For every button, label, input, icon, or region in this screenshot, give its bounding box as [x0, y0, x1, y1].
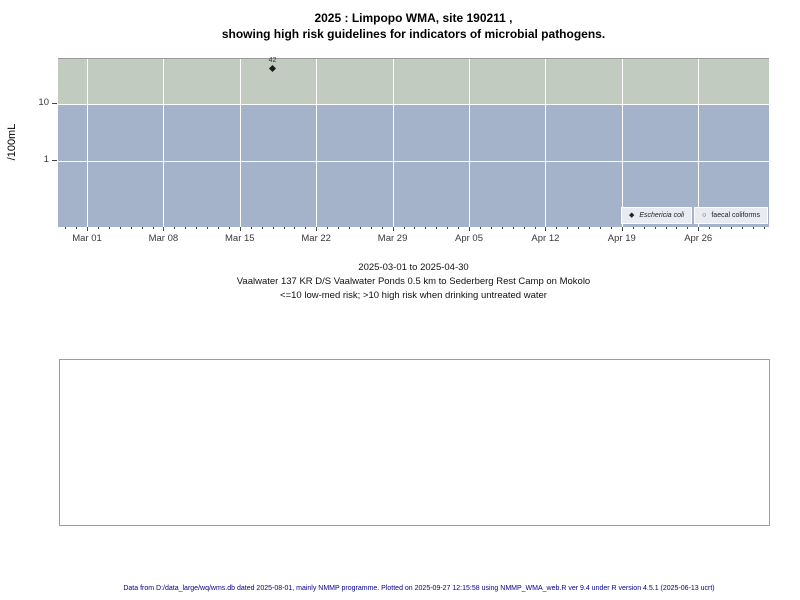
x-gridline — [87, 59, 88, 227]
x-axis-tick-label: Mar 15 — [225, 233, 255, 244]
x-gridline — [163, 59, 165, 227]
legend-item-eschericia-coli: ◆ Eschericia coli — [620, 207, 693, 224]
y-gridline — [58, 161, 769, 162]
y-axis-label: /100mL — [6, 123, 18, 161]
x-gridline — [316, 59, 318, 227]
legend-label-eschericia-coli: Eschericia coli — [639, 212, 685, 219]
legend-label-faecal-coliforms: faecal coliforms — [711, 212, 760, 219]
high-risk-band — [58, 59, 769, 104]
y-axis-tick — [52, 103, 57, 104]
x-gridline — [392, 59, 394, 227]
y-axis-tick-label: 10 — [38, 97, 49, 108]
x-axis-tick-label: Apr 19 — [607, 233, 636, 244]
filled-diamond-icon: ◆ — [628, 212, 635, 219]
legend-item-faecal-coliforms: ○ faecal coliforms — [694, 207, 768, 224]
x-axis-tick-label: Mar 29 — [377, 233, 408, 244]
x-gridline — [239, 59, 241, 227]
chart-title-line2: showing high risk guidelines for indicat… — [221, 27, 606, 41]
legend: ◆ Eschericia coli ○ faecal coliforms — [620, 207, 768, 224]
caption-date-range: 2025-03-01 to 2025-04-30 — [358, 262, 469, 273]
plot-area: ◆ Eschericia coli ○ faecal coliforms 42 — [58, 56, 769, 227]
x-gridline — [469, 59, 470, 227]
caption-site-description: Vaalwater 137 KR D/S Vaalwater Ponds 0.5… — [236, 276, 591, 287]
x-gridline — [698, 59, 700, 227]
x-axis-tick-label: Apr 12 — [531, 233, 560, 244]
x-axis-tick-label: Mar 08 — [148, 233, 179, 244]
empty-panel — [59, 359, 770, 526]
y-gridline — [58, 104, 769, 105]
x-gridline — [621, 59, 623, 227]
y-axis-tick — [52, 160, 57, 161]
open-circle-icon: ○ — [702, 212, 707, 219]
data-point-label: 42 — [268, 56, 277, 64]
x-axis-tick-label: Apr 05 — [455, 233, 483, 244]
caption-risk-note: <=10 low-med risk; >10 high risk when dr… — [280, 290, 547, 301]
y-axis-tick-label: 1 — [43, 154, 49, 165]
chart-title-line1: 2025 : Limpopo WMA, site 190211 , — [314, 11, 513, 25]
x-axis-tick-label: Mar 01 — [72, 233, 102, 244]
x-axis-tick-label: Mar 22 — [301, 233, 331, 244]
x-axis-tick-label: Apr 26 — [684, 233, 713, 244]
chart-title: 2025 : Limpopo WMA, site 190211 , showin… — [58, 10, 769, 42]
x-gridline — [545, 59, 547, 227]
footer-provenance: Data from D:/data_large/wq/wms.db dated … — [123, 585, 715, 592]
caption: 2025-03-01 to 2025-04-30 Vaalwater 137 K… — [58, 261, 769, 303]
